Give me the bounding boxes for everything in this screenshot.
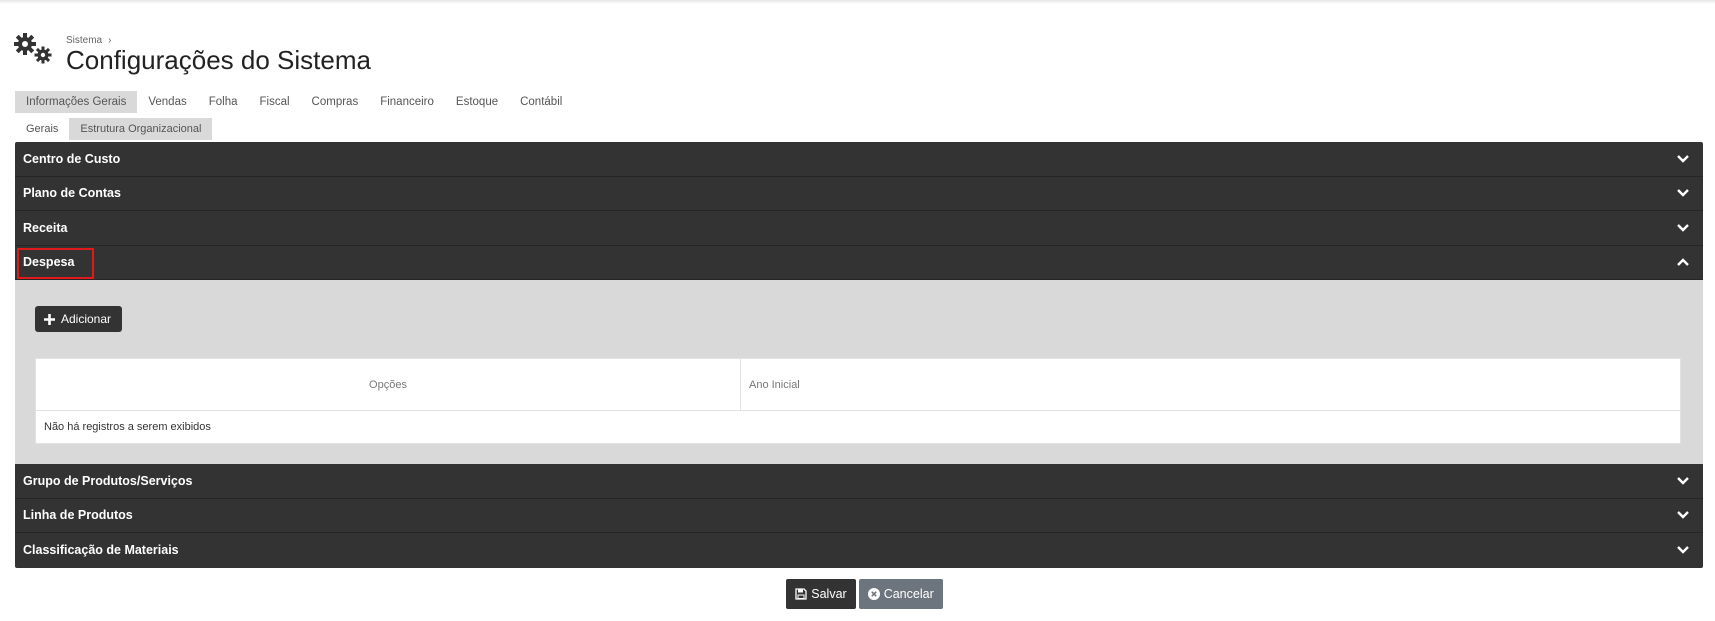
tab-vendas[interactable]: Vendas — [137, 91, 197, 113]
accordion-panel-despesa: Adicionar Opções Ano Inicial Não há regi… — [15, 280, 1703, 464]
save-button-label: Salvar — [811, 587, 847, 601]
empty-message: Não há registros a serem exibidos — [44, 421, 211, 433]
cancel-button[interactable]: Cancelar — [858, 579, 943, 609]
save-button[interactable]: Salvar — [786, 579, 856, 609]
accordion-header-centro-de-custo[interactable]: Centro de Custo — [15, 142, 1703, 177]
add-button[interactable]: Adicionar — [35, 306, 123, 332]
accordion-title: Classificação de Materiais — [23, 543, 179, 558]
chevron-down-icon — [1677, 189, 1689, 197]
accordion-title: Receita — [23, 220, 68, 235]
accordion-header-linha-de-produtos[interactable]: Linha de Produtos — [15, 499, 1703, 533]
tab-fiscal[interactable]: Fiscal — [249, 91, 301, 113]
chevron-down-icon — [1677, 154, 1689, 163]
accordion: Centro de Custo Plano de Contas Receita … — [15, 142, 1703, 568]
accordion-title: Centro de Custo — [23, 151, 121, 166]
add-button-label: Adicionar — [61, 312, 112, 326]
tab-financeiro[interactable]: Financeiro — [369, 91, 445, 113]
subtab-gerais[interactable]: Gerais — [15, 118, 69, 140]
gears-icon — [14, 33, 52, 64]
form-actions: Salvar Cancelar — [0, 579, 1715, 609]
column-header-ano-inicial[interactable]: Ano Inicial — [741, 359, 1680, 410]
chevron-down-icon — [1677, 511, 1689, 519]
plus-icon — [44, 313, 55, 325]
subtab-estrutura-organizacional[interactable]: Estrutura Organizacional — [69, 118, 213, 140]
accordion-header-grupo-de-produtos-servicos[interactable]: Grupo de Produtos/Serviços — [15, 464, 1703, 499]
floppy-disk-icon — [795, 588, 807, 600]
accordion-title: Plano de Contas — [23, 186, 121, 201]
accordion-header-despesa[interactable]: Despesa — [15, 246, 1703, 280]
tab-contabil[interactable]: Contábil — [509, 91, 573, 113]
column-header-opcoes[interactable]: Opções — [36, 359, 741, 410]
chevron-down-icon — [1677, 546, 1689, 554]
tab-estoque[interactable]: Estoque — [445, 91, 509, 113]
accordion-title: Grupo de Produtos/Serviços — [23, 473, 193, 488]
accordion-header-plano-de-contas[interactable]: Plano de Contas — [15, 177, 1703, 211]
table-header: Opções Ano Inicial — [36, 359, 1680, 411]
top-shadow — [0, 0, 1715, 4]
accordion-header-receita[interactable]: Receita — [15, 211, 1703, 246]
main-tabs: Informações Gerais Vendas Folha Fiscal C… — [15, 91, 573, 113]
despesa-table: Opções Ano Inicial Não há registros a se… — [35, 358, 1681, 444]
sub-tabs: Gerais Estrutura Organizacional — [15, 118, 213, 140]
close-circle-icon — [867, 588, 880, 600]
cancel-button-label: Cancelar — [883, 587, 934, 601]
page-title: Configurações do Sistema — [66, 45, 371, 75]
chevron-down-icon — [1677, 223, 1689, 232]
tab-folha[interactable]: Folha — [198, 91, 249, 113]
chevron-up-icon — [1677, 258, 1689, 267]
accordion-title: Linha de Produtos — [23, 508, 133, 523]
tab-informacoes-gerais[interactable]: Informações Gerais — [15, 91, 138, 113]
tab-compras[interactable]: Compras — [301, 91, 370, 113]
chevron-down-icon — [1677, 476, 1689, 485]
accordion-header-classificacao-de-materiais[interactable]: Classificação de Materiais — [15, 533, 1703, 568]
accordion-title: Despesa — [23, 255, 75, 270]
